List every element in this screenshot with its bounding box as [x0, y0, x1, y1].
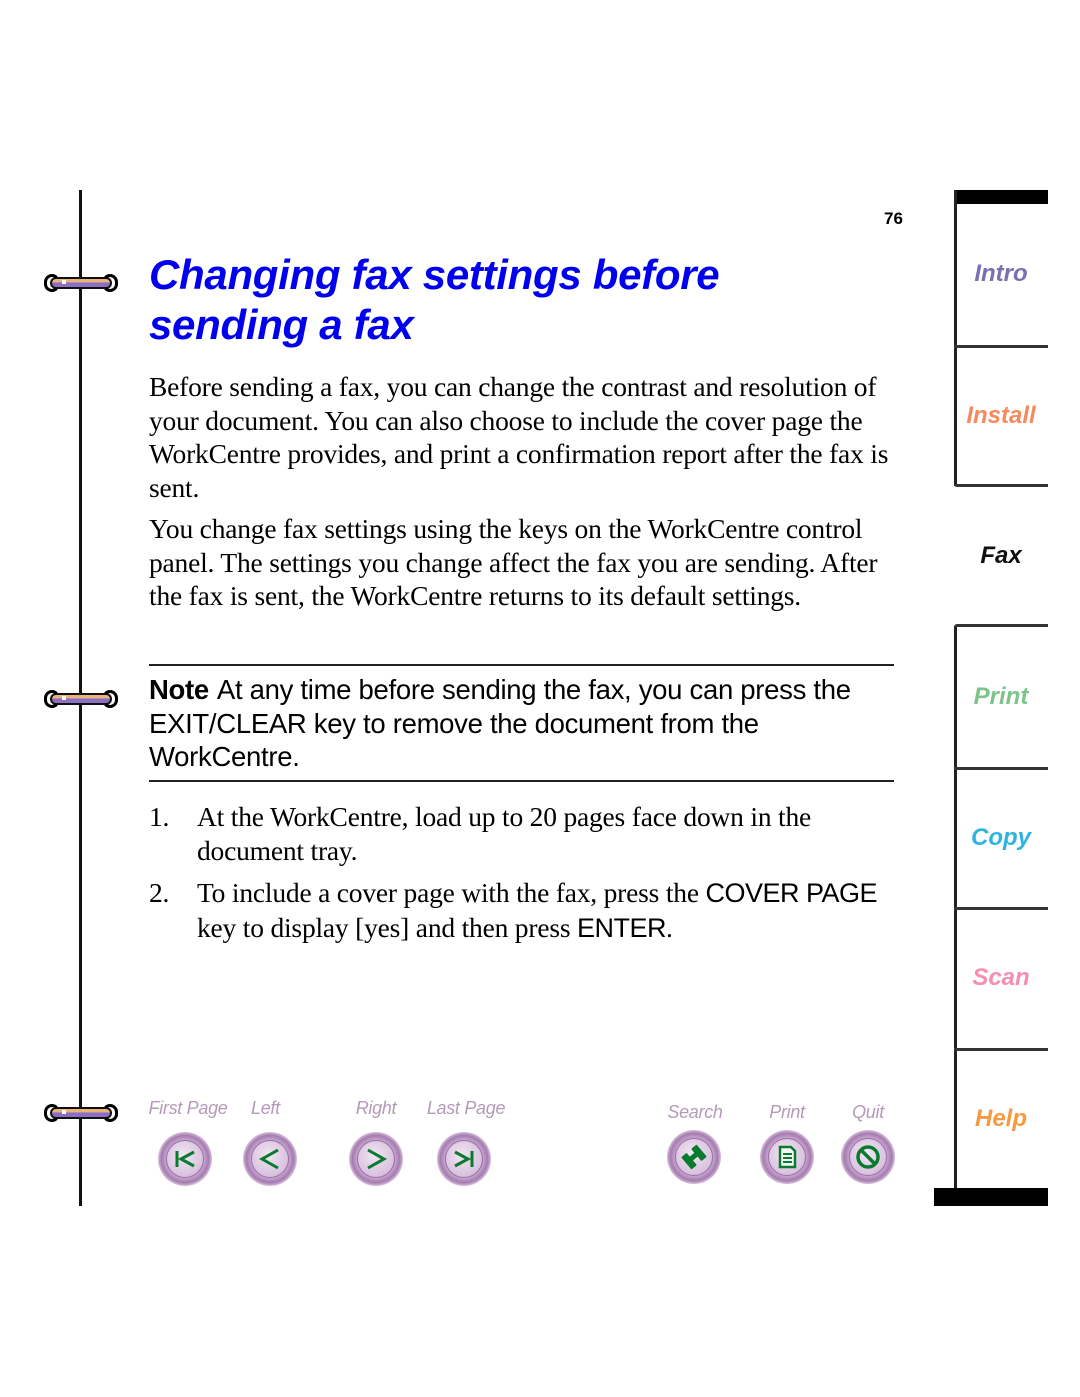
tab-bottom-bar	[934, 1188, 1048, 1206]
step-text: To include a cover page with the fax, pr…	[197, 876, 894, 945]
settings-paragraph: You change fax settings using the keys o…	[149, 513, 878, 611]
document-icon	[778, 1145, 797, 1169]
step-text: At the WorkCentre, load up to 20 pages f…	[197, 801, 812, 866]
search-label: Search	[667, 1102, 723, 1122]
note-divider-top	[149, 664, 894, 666]
print-button[interactable]: Print	[758, 1102, 816, 1188]
step-number: 2.	[149, 877, 170, 908]
step-text-part: To include a cover page with the fax, pr…	[197, 877, 706, 908]
last-page-icon	[454, 1150, 474, 1168]
binoculars-icon	[681, 1144, 707, 1170]
step-item: 2. To include a cover page with the fax,…	[149, 876, 894, 945]
quit-label: Quit	[852, 1102, 884, 1122]
last-page-button[interactable]: Last Page	[418, 1098, 514, 1186]
note-divider-bottom	[149, 780, 894, 782]
left-label: Left	[251, 1098, 280, 1118]
print-label: Print	[769, 1102, 805, 1122]
note-block: Note At any time before sending the fax, …	[149, 673, 894, 774]
binder-ring	[44, 1104, 118, 1122]
key-name-cover-page: COVER PAGE	[705, 878, 878, 908]
binder-ring	[44, 274, 118, 292]
tab-divider	[954, 1048, 1048, 1051]
no-entry-icon	[856, 1145, 880, 1169]
binder-ring	[44, 690, 118, 708]
tab-divider	[954, 624, 1048, 627]
tab-border	[954, 190, 957, 486]
last-page-label: Last Page	[426, 1098, 506, 1118]
step-number: 1.	[149, 801, 170, 832]
intro-paragraph: Before sending a fax, you can change the…	[149, 371, 889, 503]
key-name-enter: ENTER	[577, 912, 667, 943]
tab-scan[interactable]: Scan	[954, 964, 1048, 992]
tab-print[interactable]: Print	[954, 683, 1048, 711]
step-item: 1. At the WorkCentre, load up to 20 page…	[149, 800, 894, 867]
quit-button[interactable]: Quit	[840, 1102, 896, 1188]
tab-divider	[954, 345, 1048, 348]
tab-copy[interactable]: Copy	[954, 824, 1048, 852]
arrow-left-icon	[258, 1148, 279, 1170]
tab-install[interactable]: Install	[954, 402, 1048, 430]
arrow-right-icon	[367, 1148, 388, 1170]
tab-top-bar	[954, 190, 1048, 204]
search-button[interactable]: Search	[660, 1102, 730, 1188]
first-page-button[interactable]: First Page	[140, 1098, 236, 1186]
tab-divider	[954, 907, 1048, 910]
tab-help[interactable]: Help	[954, 1105, 1048, 1133]
page-number: 76	[884, 209, 903, 228]
first-page-icon	[175, 1150, 195, 1168]
tab-intro[interactable]: Intro	[954, 260, 1048, 288]
section-tabs: Intro Install Fax Print Copy Scan Help	[934, 190, 1048, 1206]
step-text-part: .	[666, 911, 673, 943]
step-text-part: key to display [yes] and then press	[197, 911, 578, 943]
tab-divider	[954, 484, 1048, 487]
note-label: Note	[149, 674, 209, 705]
right-label: Right	[355, 1098, 397, 1118]
tab-fax[interactable]: Fax	[954, 542, 1048, 570]
right-button[interactable]: Right	[346, 1098, 406, 1186]
first-page-label: First Page	[148, 1098, 228, 1118]
left-button[interactable]: Left	[243, 1098, 297, 1186]
page-title: Changing fax settings before sending a f…	[149, 251, 720, 348]
note-text: At any time before sending the fax, you …	[149, 674, 851, 772]
tab-divider	[954, 767, 1048, 770]
